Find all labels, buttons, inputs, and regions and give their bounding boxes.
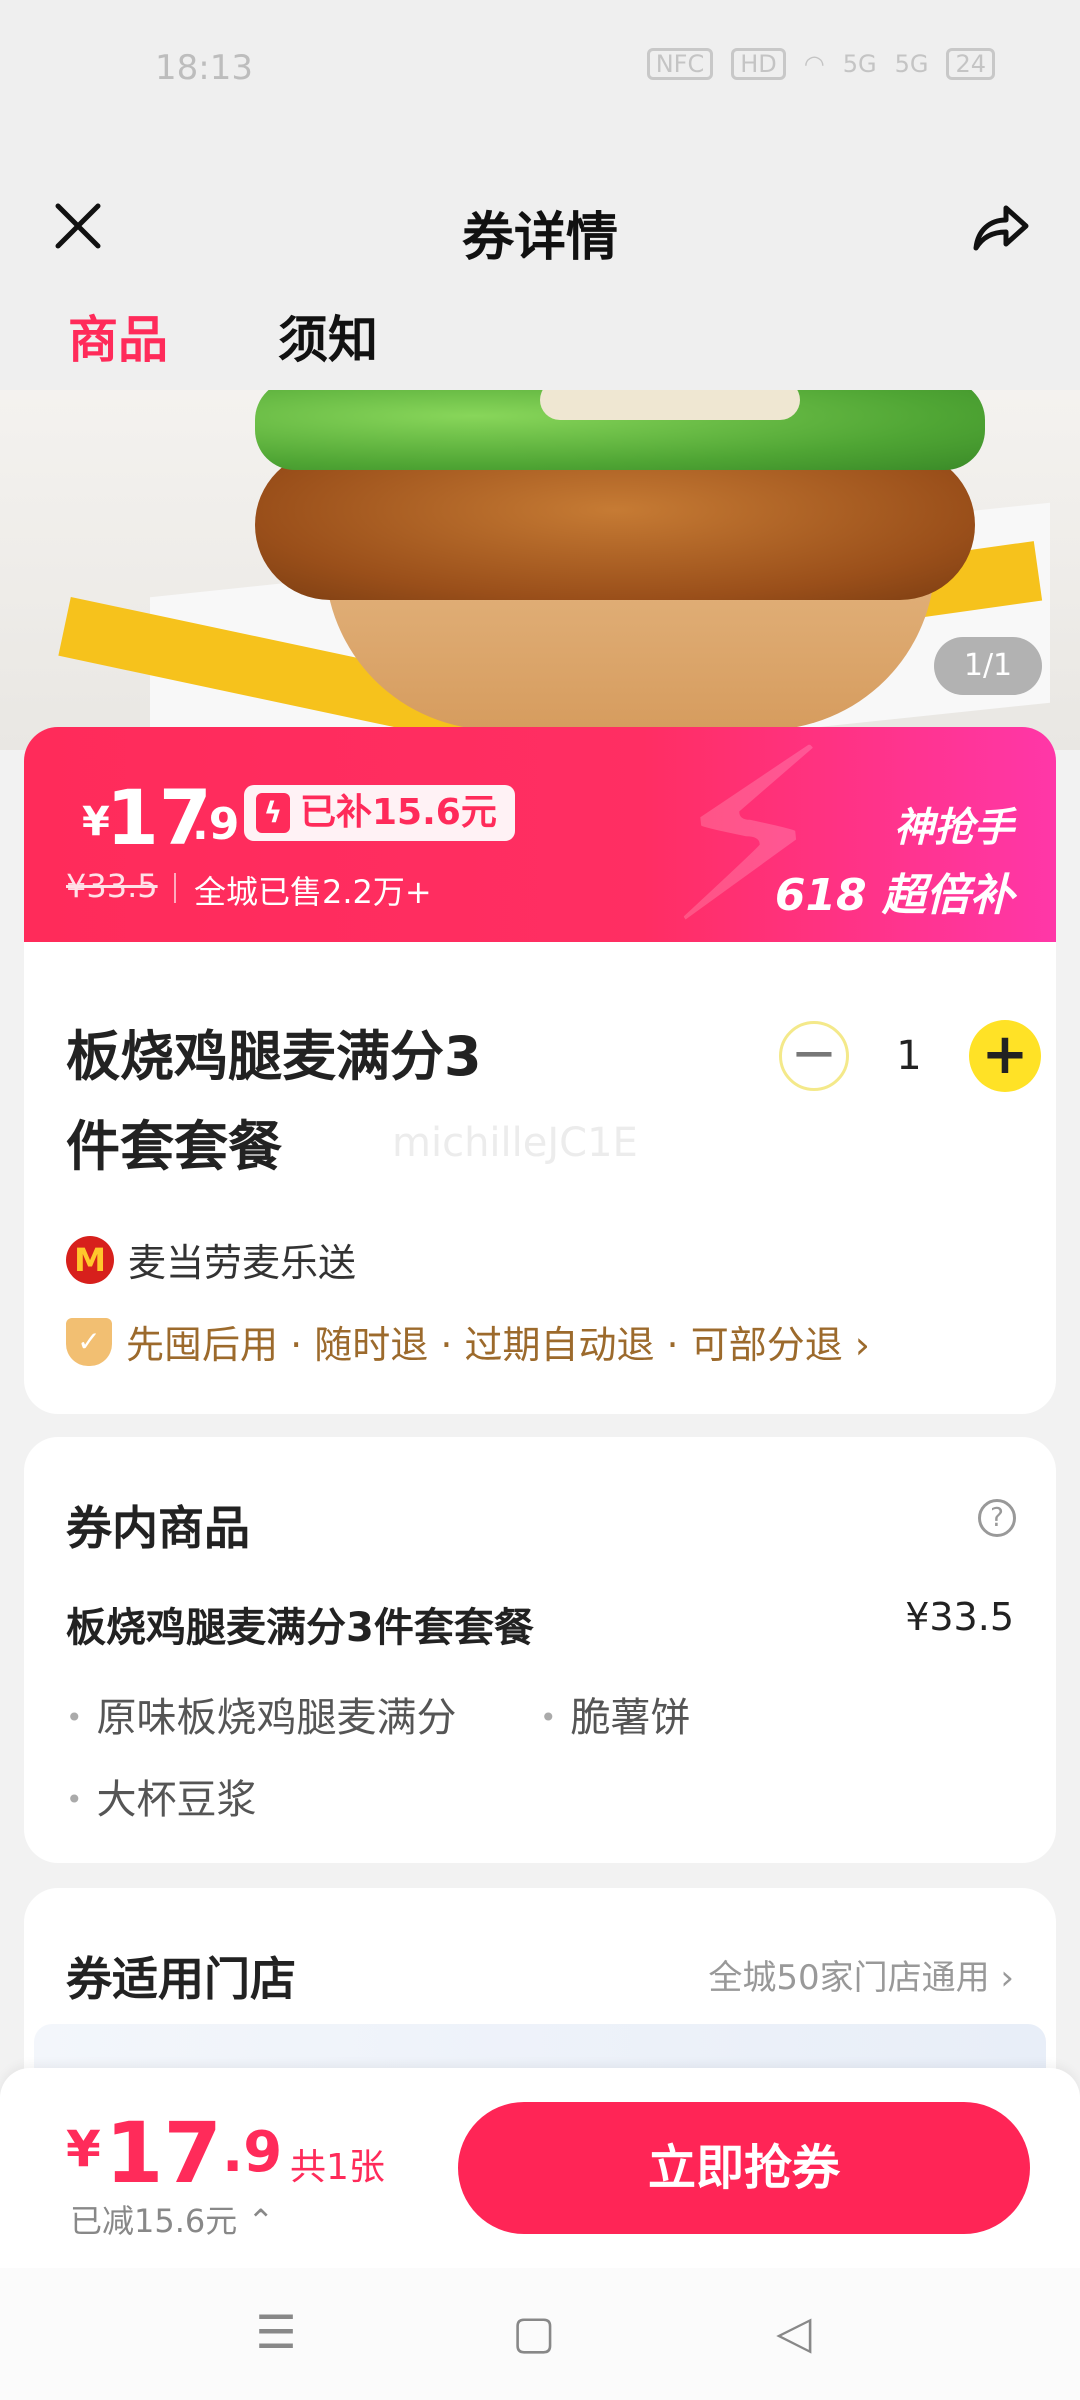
total-decimal: .9 (222, 2120, 283, 2185)
saved-amount-toggle[interactable]: 已减15.6元 ⌃ (70, 2196, 274, 2242)
system-nav-bar: ☰ ▢ ◁ (0, 2268, 1080, 2400)
promo-tagline: 618 超倍补 (774, 870, 1014, 921)
share-icon[interactable] (968, 196, 1032, 260)
items-card: 券内商品 ? 板烧鸡腿麦满分3件套套餐 ¥33.5 原味板烧鸡腿麦满分 脆薯饼 … (24, 1437, 1056, 1863)
decrease-button[interactable]: − (779, 1021, 849, 1091)
status-bar: 18:13 NFC HD ◠ 5G 5G 24 (0, 0, 1080, 140)
help-icon[interactable]: ? (978, 1499, 1016, 1537)
hd-icon: HD (731, 48, 786, 80)
battery-icon: 24 (946, 48, 995, 80)
mcdonalds-logo-icon: M (66, 1235, 114, 1284)
set-price: ¥33.5 (905, 1595, 1014, 1639)
store-title: 券适用门店 (66, 1952, 296, 2006)
signal-icon-2: 5G (894, 50, 929, 78)
set-name: 板烧鸡腿麦满分3件套套餐 (66, 1605, 534, 1651)
store-link[interactable]: 全城50家门店通用 › (708, 1950, 1014, 1999)
promo-banner: ⚡ ¥ 17 .9 ϟ 已补15.6元 ¥33.5 全城已售2.2万+ 神抢手 … (24, 727, 1056, 942)
merchant-row[interactable]: M 麦当劳麦乐送 (66, 1232, 356, 1287)
tab-bar: 商品 须知 (68, 300, 378, 398)
status-icons: NFC HD ◠ 5G 5G 24 (646, 48, 995, 80)
burger-sauce (540, 390, 800, 420)
policy-text: 先囤后用 · 随时退 · 过期自动退 · 可部分退 › (126, 1323, 870, 1367)
subsidy-text: 已补15.6元 (300, 792, 497, 833)
product-image[interactable]: 1/1 (0, 390, 1080, 750)
subsidy-badge: ϟ 已补15.6元 (244, 785, 515, 841)
merchant-name: 麦当劳麦乐送 (128, 1241, 357, 1285)
menu-icon[interactable]: ☰ (246, 2302, 306, 2362)
quantity-stepper: − 1 + (779, 1020, 1041, 1092)
shield-check-icon: ✓ (66, 1317, 112, 1366)
original-price: ¥33.5 (66, 867, 158, 905)
increase-button[interactable]: + (969, 1020, 1041, 1092)
page-title: 券详情 (461, 208, 618, 268)
product-card: 板烧鸡腿麦满分3件套套餐 − 1 + michilleJC1E M 麦当劳麦乐送… (24, 942, 1056, 1414)
status-time: 18:13 (155, 48, 253, 88)
quantity-value: 1 (896, 1033, 922, 1079)
signal-icon: 5G (842, 50, 877, 78)
tab-notice[interactable]: 须知 (278, 300, 378, 372)
buy-coupon-button[interactable]: 立即抢券 (458, 2102, 1030, 2234)
policy-row[interactable]: ✓ 先囤后用 · 随时退 · 过期自动退 · 可部分退 › (66, 1314, 870, 1369)
back-icon[interactable]: ◁ (764, 2302, 824, 2362)
items-title: 券内商品 (66, 1501, 250, 1555)
sold-count: 全城已售2.2万+ (194, 873, 432, 911)
list-item: 脆薯饼 (540, 1685, 691, 1743)
header: 券详情 商品 须知 (0, 140, 1080, 398)
bolt-icon: ϟ (256, 793, 290, 833)
total-currency: ¥ (66, 2120, 101, 2178)
nfc-icon: NFC (646, 48, 714, 80)
tab-product[interactable]: 商品 (68, 300, 168, 398)
promo-brand: 神抢手 (894, 805, 1014, 851)
list-item: 大杯豆浆 (66, 1767, 257, 1825)
wifi-icon: ◠ (803, 50, 825, 78)
image-page-indicator: 1/1 (934, 637, 1042, 695)
store-card: 券适用门店 全城50家门店通用 › (24, 1888, 1056, 2088)
watermark: michilleJC1E (392, 1120, 638, 1166)
home-icon[interactable]: ▢ (504, 2302, 564, 2362)
list-item: 原味板烧鸡腿麦满分 (66, 1685, 457, 1743)
total-integer: 17 (105, 2104, 222, 2202)
burger-patty (255, 450, 975, 600)
divider (174, 873, 176, 903)
coupon-count: 共1张 (290, 2147, 385, 2188)
price-decimal: .9 (192, 799, 240, 850)
checkout-bar: ¥ 17 .9 共1张 已减15.6元 ⌃ 立即抢券 (0, 2068, 1080, 2268)
